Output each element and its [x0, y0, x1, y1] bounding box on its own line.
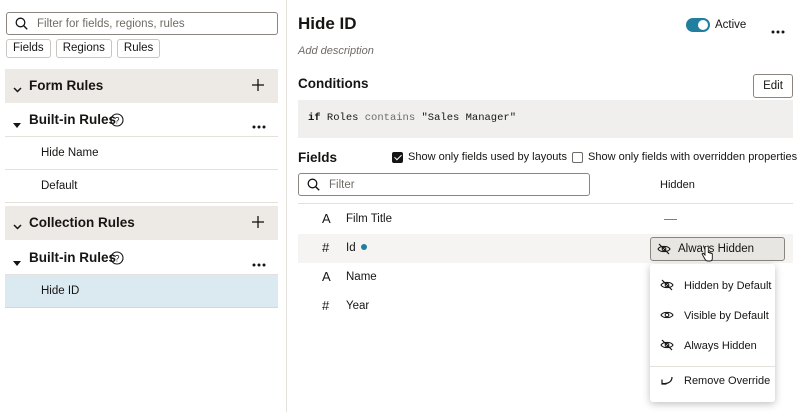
help-icon[interactable]: ? [110, 251, 124, 268]
more-options-icon[interactable] [252, 256, 266, 270]
rule-editor: Hide ID Active Add description Condition… [288, 0, 800, 412]
chip-regions[interactable]: Regions [55, 39, 112, 58]
hidden-select-label: Always Hidden [678, 243, 755, 255]
collection-rules-title: Collection Rules [29, 215, 135, 230]
help-icon[interactable]: ? [110, 113, 124, 130]
number-type-icon: # [322, 298, 330, 313]
modified-indicator-icon [360, 244, 367, 250]
field-name: Year [346, 300, 370, 312]
caret-down-icon[interactable] [13, 255, 21, 269]
text-type-icon: A [322, 269, 331, 284]
rule-item-hide-id[interactable]: Hide ID [5, 275, 278, 308]
eye-slash-icon [657, 243, 671, 258]
caret-down-icon[interactable] [13, 117, 21, 131]
checkbox-label: Show only fields with overridden propert… [588, 151, 798, 163]
rules-sidebar: Fields Regions Rules Form Rules Built-in… [0, 0, 287, 412]
text-type-icon: A [322, 211, 331, 226]
checkbox-unchecked-icon[interactable] [572, 151, 583, 163]
eye-slash-icon [660, 279, 674, 294]
add-collection-rule-icon[interactable] [251, 215, 265, 232]
hidden-select-button[interactable]: Always Hidden [650, 237, 785, 261]
field-name: Name [346, 271, 377, 283]
add-description[interactable]: Add description [298, 45, 374, 57]
fields-filter-input[interactable] [329, 176, 584, 193]
form-rules-header[interactable]: Form Rules [5, 69, 278, 103]
rule-item-default[interactable]: Default [5, 170, 278, 203]
field-name: Film Title [346, 213, 392, 225]
page-title: Hide ID [298, 14, 357, 33]
hand-cursor-icon [701, 245, 713, 265]
collection-builtin-rules-title: Built-in Rules [29, 250, 116, 265]
hidden-options-menu: Hidden by Default Visible by Default Alw… [650, 264, 775, 402]
menu-item-visible-by-default[interactable]: Visible by Default [650, 302, 775, 330]
active-toggle[interactable] [686, 18, 710, 32]
chevron-down-icon[interactable] [13, 219, 22, 233]
fields-filter-field[interactable] [298, 173, 590, 196]
filter-chips: Fields Regions Rules [6, 39, 161, 58]
checkbox-checked-icon[interactable] [392, 151, 403, 163]
search-icon [307, 178, 320, 194]
collection-builtin-rules-header[interactable]: Built-in Rules ? [5, 241, 278, 275]
chevron-down-icon[interactable] [13, 82, 22, 96]
conditions-heading: Conditions [298, 76, 369, 91]
hidden-column-header: Hidden [660, 179, 695, 191]
chip-rules[interactable]: Rules [116, 39, 161, 58]
search-icon [15, 17, 28, 33]
rule-item-label: Hide ID [41, 285, 80, 297]
form-builtin-rules-title: Built-in Rules [29, 112, 116, 127]
checkbox-label: Show only fields used by layouts [408, 151, 567, 163]
condition-field: Roles [326, 112, 359, 124]
condition-operator: contains [364, 112, 416, 124]
rules-search-field[interactable] [6, 12, 278, 35]
overridden-properties-checkbox[interactable]: Show only fields with overridden propert… [572, 151, 797, 163]
svg-text:?: ? [114, 116, 119, 126]
divider [298, 203, 793, 204]
menu-item-label: Remove Override [684, 375, 771, 387]
number-type-icon: # [322, 240, 330, 255]
rules-search-input[interactable] [37, 15, 272, 32]
condition-value: "Sales Manager" [421, 112, 516, 124]
menu-item-hidden-by-default[interactable]: Hidden by Default [650, 272, 775, 300]
undo-icon [660, 374, 674, 389]
condition-keyword: if [308, 112, 321, 124]
fields-heading: Fields [298, 150, 338, 165]
menu-item-label: Hidden by Default [684, 280, 772, 292]
hidden-value[interactable]: — [664, 211, 677, 226]
menu-item-always-hidden[interactable]: Always Hidden [650, 332, 775, 360]
active-label: Active [715, 19, 747, 31]
edit-conditions-button[interactable]: Edit [753, 74, 793, 98]
form-rules-title: Form Rules [29, 78, 104, 93]
field-row-film-title[interactable]: A Film Title — [298, 205, 793, 234]
menu-item-label: Visible by Default [684, 310, 769, 322]
eye-icon [660, 309, 674, 324]
form-builtin-rules-header[interactable]: Built-in Rules ? [5, 103, 278, 137]
used-by-layouts-checkbox[interactable]: Show only fields used by layouts [392, 151, 567, 163]
svg-text:?: ? [114, 254, 119, 264]
chip-fields[interactable]: Fields [6, 39, 51, 58]
menu-item-remove-override[interactable]: Remove Override [650, 367, 775, 395]
field-name-text: Id [346, 242, 356, 254]
field-name: Id [346, 242, 367, 254]
rule-item-label: Default [41, 180, 78, 192]
eye-slash-icon [660, 339, 674, 354]
condition-expression: if Roles contains "Sales Manager" [298, 100, 793, 138]
more-options-icon[interactable] [771, 23, 785, 37]
collection-rules-header[interactable]: Collection Rules [5, 206, 278, 240]
menu-item-label: Always Hidden [684, 340, 757, 352]
rule-item-hide-name[interactable]: Hide Name [5, 137, 278, 170]
add-form-rule-icon[interactable] [251, 78, 265, 95]
more-options-icon[interactable] [252, 118, 266, 132]
rule-item-label: Hide Name [41, 147, 99, 159]
